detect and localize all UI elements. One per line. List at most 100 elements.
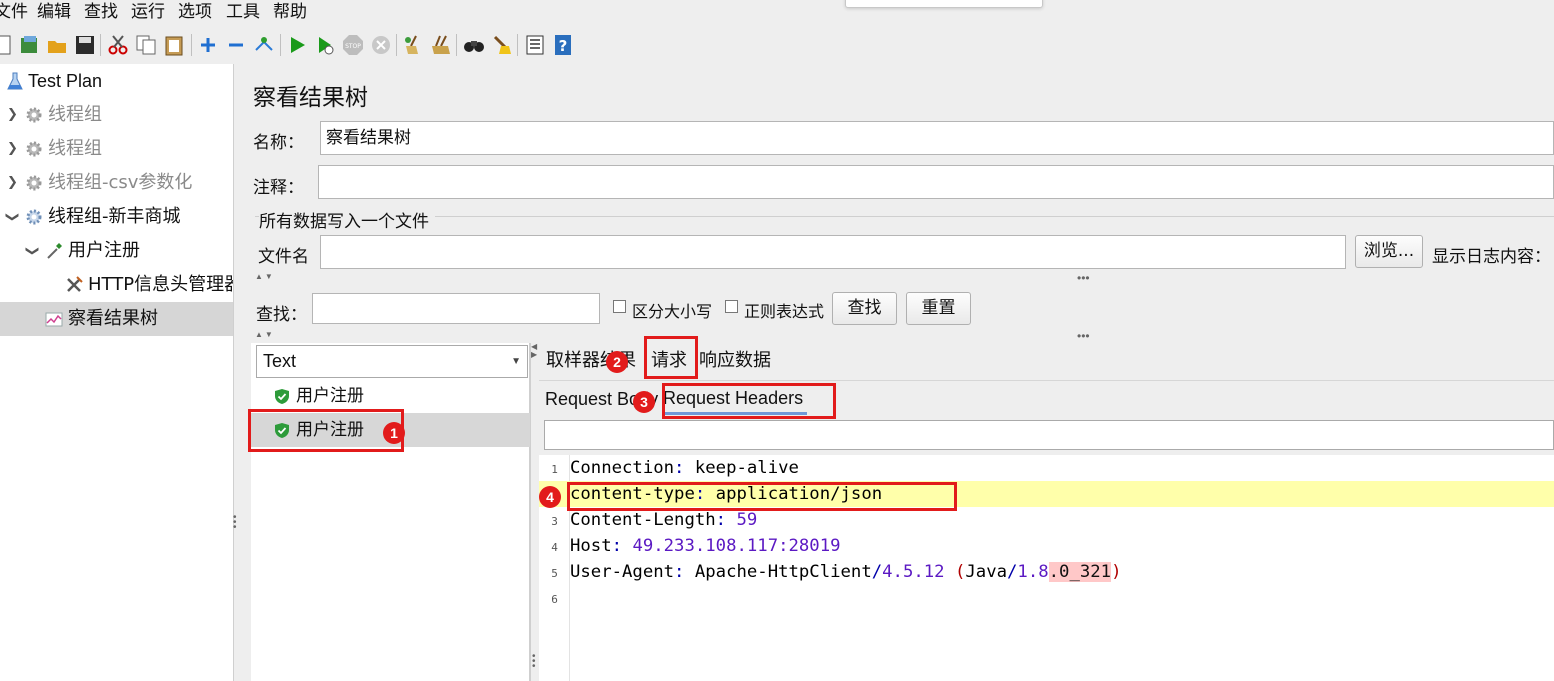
tree-item-test-plan[interactable]: Test Plan	[0, 64, 233, 98]
regex-checkbox[interactable]	[725, 300, 738, 313]
function-helper-icon[interactable]	[524, 34, 546, 56]
filename-field[interactable]	[320, 235, 1346, 269]
results-splitter[interactable]: ◀ ▶ • • •	[530, 343, 539, 681]
splitter-grip-icon[interactable]: •••	[1077, 329, 1090, 343]
toolbar-separator	[456, 34, 457, 56]
stop-icon[interactable]: STOP	[342, 34, 364, 56]
header-separator: :	[715, 510, 737, 530]
chevron-right-icon[interactable]: ❯	[7, 98, 18, 132]
expand-icon[interactable]	[197, 34, 219, 56]
open-icon[interactable]	[46, 34, 68, 56]
test-plan-tree: Test Plan ❯ 线程组 ❯ 线程组 ❯ 线程组-csv参数化 ❯ 线程组…	[0, 64, 233, 681]
tree-item-view-results-tree[interactable]: 察看结果树	[0, 302, 233, 336]
splitter-grip-icon[interactable]: •••	[532, 652, 536, 672]
tools-icon	[67, 276, 83, 292]
case-sensitive-checkbox[interactable]	[613, 300, 626, 313]
panel-splitter[interactable]: ▲▼ •••	[253, 329, 1554, 343]
header-separator: :	[611, 536, 633, 556]
log-display-label: 显示日志内容：	[1432, 247, 1551, 267]
tree-item-header-manager[interactable]: HTTP信息头管理器	[0, 268, 233, 302]
annotation-badge: 3	[633, 391, 655, 413]
case-sensitive-label: 区分大小写	[632, 302, 713, 321]
regex-label: 正则表达式	[744, 302, 825, 321]
tree-item-label: Test Plan	[28, 71, 103, 91]
tree-item-label: HTTP信息头管理器	[88, 274, 233, 295]
code-line: Host: 49.233.108.117:28019	[539, 533, 1554, 559]
browse-button[interactable]: 浏览...	[1355, 235, 1423, 268]
templates-icon[interactable]	[18, 34, 40, 56]
annotation-badge: 4	[539, 486, 561, 508]
tree-item-thread-group-csv[interactable]: ❯ 线程组-csv参数化	[0, 166, 233, 200]
header-key: Connection	[570, 458, 675, 478]
splitter-arrows-icon[interactable]: ▲▼	[255, 272, 275, 281]
result-item-label: 用户注册	[296, 386, 364, 406]
code-line: Connection: keep-alive	[539, 455, 1554, 481]
tree-item-label: 线程组	[48, 138, 102, 159]
test-plan-icon	[7, 72, 23, 90]
code-line: User-Agent: Apache-HttpClient/4.5.12 (Ja…	[539, 559, 1554, 585]
chevron-down-icon[interactable]: ▼	[511, 346, 521, 377]
section-divider	[255, 216, 1554, 217]
annotation-box	[662, 383, 836, 419]
start-icon[interactable]	[286, 34, 308, 56]
tree-item-label: 线程组-csv参数化	[48, 172, 193, 193]
paste-icon[interactable]	[163, 34, 185, 56]
token-slash: /	[871, 562, 883, 582]
gear-icon	[26, 175, 42, 191]
save-icon[interactable]	[74, 34, 96, 56]
header-separator: :	[674, 562, 695, 582]
result-item[interactable]: 用户注册	[251, 379, 530, 413]
chevron-down-icon[interactable]: ❯	[14, 246, 48, 257]
tree-item-thread-group[interactable]: ❯ 线程组	[0, 98, 233, 132]
shutdown-icon[interactable]	[370, 34, 392, 56]
new-icon[interactable]	[0, 34, 14, 56]
tree-splitter[interactable]	[233, 64, 241, 681]
annotation-badge: 1	[383, 422, 405, 444]
headers-filter-input[interactable]	[544, 420, 1554, 450]
help-icon[interactable]: ?	[552, 34, 574, 56]
reset-search-icon[interactable]	[491, 34, 513, 56]
search-icon[interactable]	[463, 34, 485, 56]
toggle-icon[interactable]	[253, 34, 275, 56]
tree-item-user-register[interactable]: ❯ 用户注册	[0, 234, 233, 268]
tab-response-data[interactable]: 响应数据	[699, 346, 771, 376]
toolbar-separator	[517, 34, 518, 56]
token-text: Java	[965, 562, 1008, 582]
menu-help[interactable]: 帮助	[273, 0, 307, 24]
chevron-right-icon[interactable]: ❯	[7, 132, 18, 166]
comment-field[interactable]	[318, 165, 1554, 199]
collapse-icon[interactable]	[225, 34, 247, 56]
splitter-arrows-icon[interactable]: ▲▼	[255, 330, 275, 339]
start-no-pause-icon[interactable]	[314, 34, 336, 56]
search-input[interactable]	[312, 293, 600, 324]
clear-icon[interactable]	[402, 34, 424, 56]
menu-run[interactable]: 运行	[131, 0, 165, 24]
reset-button[interactable]: 重置	[906, 292, 971, 325]
token-text: Apache-HttpClient	[694, 562, 872, 582]
name-field[interactable]: 察看结果树	[320, 121, 1554, 155]
toolbar: STOP ?	[0, 28, 1554, 62]
copy-icon[interactable]	[135, 34, 157, 56]
name-label: 名称：	[253, 133, 304, 153]
splitter-grip-icon[interactable]: •••	[1077, 271, 1090, 285]
menu-file[interactable]: 文件	[0, 0, 28, 24]
clear-all-icon[interactable]	[430, 34, 452, 56]
splitter-grip-icon[interactable]: •••	[233, 513, 237, 533]
menu-search[interactable]: 查找	[84, 0, 118, 24]
tree-item-thread-group[interactable]: ❯ 线程组	[0, 132, 233, 166]
panel-splitter[interactable]: ▲▼ •••	[253, 271, 1554, 285]
menu-tools[interactable]: 工具	[226, 0, 260, 24]
find-button[interactable]: 查找	[832, 292, 897, 325]
renderer-select[interactable]: Text ▼	[256, 345, 528, 378]
menu-options[interactable]: 选项	[178, 0, 212, 24]
menu-edit[interactable]: 编辑	[37, 0, 71, 24]
chevron-right-icon[interactable]: ❯	[7, 166, 18, 200]
tree-item-thread-group-mall[interactable]: ❯ 线程组-新丰商城	[0, 200, 233, 234]
splitter-arrows-icon[interactable]: ◀ ▶	[531, 343, 537, 359]
success-shield-icon	[275, 389, 289, 404]
annotation-box	[644, 336, 698, 379]
token-paren: (	[954, 562, 966, 582]
cut-icon[interactable]	[107, 34, 129, 56]
popup-window-edge	[845, 0, 1043, 8]
